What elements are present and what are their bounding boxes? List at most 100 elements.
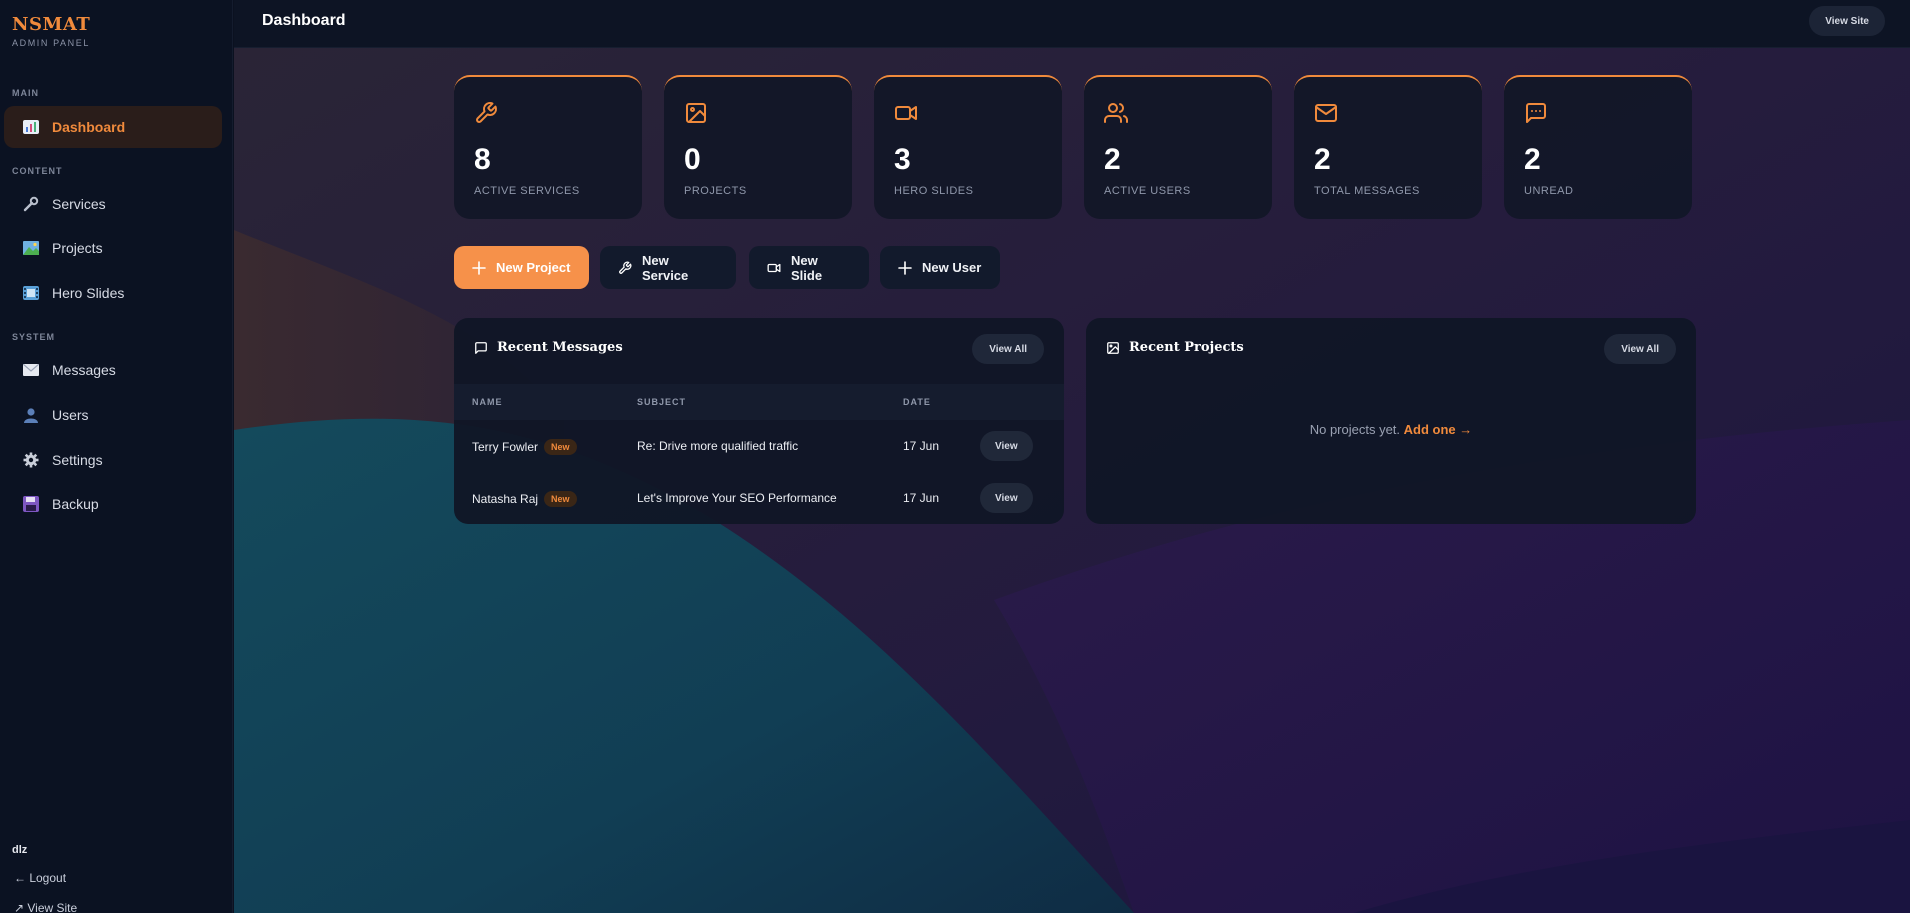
stat-label: PROJECTS — [684, 185, 747, 197]
recent-messages-panel: Recent Messages View All NAME SUBJECT DA… — [454, 318, 1064, 524]
sidebar-item-services[interactable]: Services — [4, 183, 222, 225]
sidebar-item-label: Users — [52, 407, 89, 423]
user-icon — [22, 407, 40, 423]
stat-value: 3 — [894, 143, 911, 176]
stat-card-total-messages: 2 TOTAL MESSAGES — [1294, 75, 1482, 219]
nav-section-main: MAIN — [12, 88, 39, 98]
sidebar-item-label: Backup — [52, 496, 99, 512]
action-label: New Slide — [791, 252, 823, 283]
new-project-button[interactable]: New Project — [454, 246, 589, 289]
wrench-icon — [22, 196, 40, 212]
stat-card-unread: 2 UNREAD — [1504, 75, 1692, 219]
add-project-link[interactable]: Add one → — [1404, 422, 1473, 437]
panel-title-text: Recent Projects — [1129, 340, 1244, 355]
sidebar-item-users[interactable]: Users — [4, 394, 222, 436]
sidebar-view-site-link[interactable]: ↗ View Site — [14, 901, 77, 913]
stat-value: 2 — [1104, 143, 1121, 176]
view-site-button[interactable]: View Site — [1809, 6, 1885, 36]
wrench-icon — [474, 101, 498, 125]
wrench-icon — [618, 261, 632, 275]
sender-name: Natasha Raj — [472, 492, 539, 506]
sidebar-item-label: Dashboard — [52, 119, 126, 135]
action-label: New User — [922, 260, 982, 275]
column-header: DATE — [903, 397, 931, 407]
users-icon — [1104, 101, 1128, 125]
table-row: Terry Fowler New Re: Drive more qualified… — [454, 420, 1064, 472]
table-header: NAME SUBJECT DATE — [454, 384, 1064, 420]
message-square-icon — [474, 341, 488, 355]
envelope-icon — [22, 362, 40, 378]
image-icon — [1106, 341, 1120, 355]
top-bar: Dashboard View Site — [234, 0, 1910, 48]
sidebar-item-label: Hero Slides — [52, 285, 125, 301]
logout-link[interactable]: ← Logout — [14, 871, 66, 885]
stat-value: 8 — [474, 143, 491, 176]
panel-title: Recent Projects — [1106, 340, 1244, 355]
plus-icon — [898, 260, 912, 275]
new-badge: New — [544, 439, 577, 455]
image-icon — [684, 101, 708, 125]
stat-label: ACTIVE USERS — [1104, 185, 1191, 197]
message-subject: Let's Improve Your SEO Performance — [637, 491, 837, 505]
action-label: New Service — [642, 252, 689, 283]
stat-value: 2 — [1314, 143, 1331, 176]
mail-icon — [1314, 101, 1338, 125]
page-title: Dashboard — [262, 12, 346, 29]
message-date: 17 Jun — [903, 491, 940, 505]
stat-label: TOTAL MESSAGES — [1314, 185, 1420, 197]
message-sender: Terry Fowler New — [472, 439, 577, 455]
sidebar-item-projects[interactable]: Projects — [4, 227, 222, 269]
current-user: dlz — [12, 844, 28, 856]
new-service-button[interactable]: New Service — [600, 246, 736, 289]
recent-projects-panel: Recent Projects View All No projects yet… — [1086, 318, 1696, 524]
panel-title: Recent Messages — [474, 340, 623, 355]
gear-icon — [22, 452, 40, 468]
picture-icon — [22, 240, 40, 256]
sidebar-item-backup[interactable]: Backup — [4, 483, 222, 525]
sidebar-item-messages[interactable]: Messages — [4, 349, 222, 391]
sidebar-item-hero-slides[interactable]: Hero Slides — [4, 272, 222, 314]
main-content: Dashboard View Site 8 ACTIVE SERVICES 0 … — [234, 0, 1910, 913]
new-badge: New — [544, 491, 577, 507]
brand-name: NSMAT — [12, 14, 91, 35]
sidebar-item-settings[interactable]: Settings — [4, 439, 222, 481]
sidebar-item-dashboard[interactable]: Dashboard — [4, 106, 222, 148]
stat-value: 0 — [684, 143, 701, 176]
bar-chart-icon — [22, 119, 40, 135]
brand-subtitle: ADMIN PANEL — [12, 38, 90, 48]
stat-label: HERO SLIDES — [894, 185, 974, 197]
action-label: New Project — [496, 260, 571, 275]
new-slide-button[interactable]: New Slide — [749, 246, 869, 289]
message-square-icon — [1524, 101, 1548, 125]
plus-icon — [472, 260, 486, 275]
empty-state-text: No projects yet. — [1309, 422, 1401, 437]
table-row: Natasha Raj New Let's Improve Your SEO Pe… — [454, 472, 1064, 524]
stat-label: UNREAD — [1524, 185, 1574, 197]
new-user-button[interactable]: New User — [880, 246, 1000, 289]
film-icon — [22, 285, 40, 301]
nav-section-system: SYSTEM — [12, 332, 56, 342]
projects-view-all-button[interactable]: View All — [1604, 334, 1676, 364]
brand: NSMAT ADMIN PANEL — [12, 14, 90, 48]
message-subject: Re: Drive more qualified traffic — [637, 439, 799, 453]
sender-name: Terry Fowler — [472, 440, 539, 454]
messages-view-all-button[interactable]: View All — [972, 334, 1044, 364]
stat-card-active-users: 2 ACTIVE USERS — [1084, 75, 1272, 219]
floppy-disk-icon — [22, 496, 40, 512]
video-icon — [894, 101, 918, 125]
stat-card-hero-slides: 3 HERO SLIDES — [874, 75, 1062, 219]
stat-card-projects: 0 PROJECTS — [664, 75, 852, 219]
message-date: 17 Jun — [903, 439, 940, 453]
video-icon — [767, 261, 781, 275]
column-header: SUBJECT — [637, 397, 687, 407]
panel-title-text: Recent Messages — [497, 340, 623, 355]
sidebar-item-label: Services — [52, 196, 106, 212]
view-message-button[interactable]: View — [980, 431, 1033, 461]
message-sender: Natasha Raj New — [472, 491, 577, 507]
sidebar: NSMAT ADMIN PANEL MAIN Dashboard CONTENT… — [0, 0, 233, 913]
nav-section-content: CONTENT — [12, 166, 63, 176]
sidebar-item-label: Settings — [52, 452, 103, 468]
empty-state: No projects yet. Add one → — [1086, 422, 1696, 437]
view-message-button[interactable]: View — [980, 483, 1033, 513]
stat-value: 2 — [1524, 143, 1541, 176]
